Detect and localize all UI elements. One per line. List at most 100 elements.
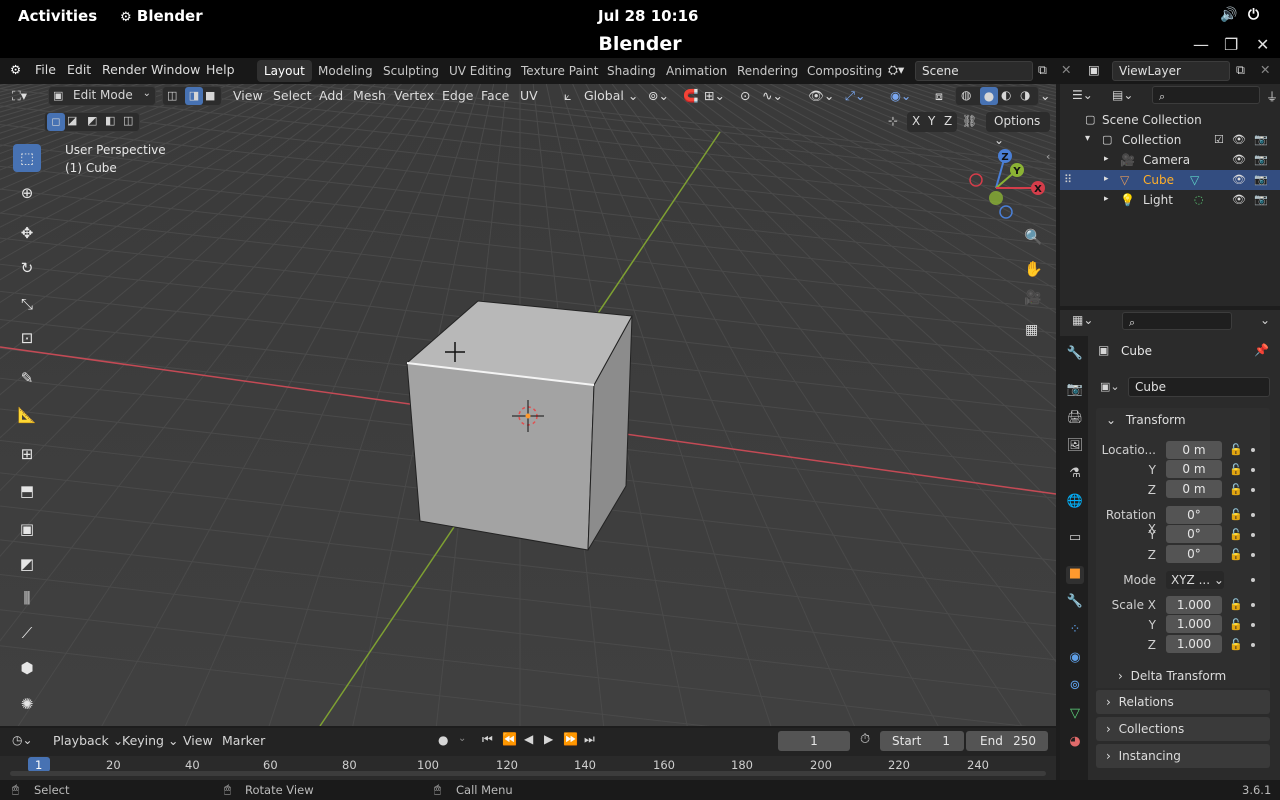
- instancing-header[interactable]: › Instancing: [1096, 744, 1270, 768]
- select-new-icon[interactable]: ◻: [47, 113, 65, 131]
- tool-tab-icon[interactable]: 🔧: [1066, 346, 1084, 364]
- eye-icon[interactable]: 👁: [1232, 153, 1246, 166]
- proportional-edit-icon[interactable]: ⊙: [740, 88, 750, 103]
- pan-hand-icon[interactable]: ✋: [1024, 260, 1043, 278]
- render-camera-icon[interactable]: 📷: [1254, 153, 1268, 166]
- expand-arrow-icon[interactable]: ▸: [1104, 154, 1109, 164]
- inset-tool-icon[interactable]: ▣: [13, 515, 41, 543]
- mode-dropdown[interactable]: ▣ Edit Mode ⌄: [48, 86, 156, 106]
- solid-shading-icon[interactable]: ●: [980, 87, 998, 105]
- camera-view-icon[interactable]: 🎥: [1024, 290, 1041, 306]
- blender-logo-icon[interactable]: ⚙: [10, 62, 21, 77]
- gizmo-toggle-icon[interactable]: ⤢⌄: [845, 88, 865, 104]
- properties-search-input[interactable]: ⌕: [1122, 312, 1232, 330]
- keyframe-dot[interactable]: [1251, 553, 1255, 557]
- keyframe-dot[interactable]: [1251, 603, 1255, 607]
- outliner-search-input[interactable]: ⌕: [1152, 86, 1260, 104]
- physics-tab-icon[interactable]: ◉: [1066, 650, 1084, 668]
- play-reverse-icon[interactable]: ◀: [524, 732, 533, 746]
- new-scene-icon[interactable]: ⧉: [1038, 62, 1047, 78]
- next-keyframe-icon[interactable]: ⏩: [563, 732, 578, 746]
- menu-uv[interactable]: UV: [520, 88, 538, 103]
- mirror-z-toggle[interactable]: Z: [944, 114, 952, 128]
- outliner-item-cube[interactable]: ⠿ ▸ ▽ Cube ▽ 👁 📷: [1060, 170, 1280, 190]
- outliner-editor-icon[interactable]: ☰⌄: [1072, 88, 1093, 102]
- knife-tool-icon[interactable]: ⟋: [13, 619, 41, 647]
- menu-edit[interactable]: Edit: [67, 62, 91, 77]
- filter-icon[interactable]: ⏚: [1266, 88, 1278, 105]
- perspective-toggle-icon[interactable]: ▦: [1025, 322, 1038, 338]
- mirror-icon[interactable]: ⊹: [888, 114, 898, 128]
- keyframe-dot[interactable]: [1251, 488, 1255, 492]
- zoom-icon[interactable]: 🔍: [1024, 228, 1043, 246]
- menu-edge[interactable]: Edge: [442, 88, 473, 103]
- eye-icon[interactable]: 👁: [1232, 193, 1246, 206]
- clock[interactable]: Jul 28 10:16: [598, 7, 698, 25]
- scale-y-field[interactable]: 1.000: [1166, 615, 1222, 633]
- remove-scene-icon[interactable]: ✕: [1061, 62, 1071, 77]
- checkbox-icon[interactable]: ☑: [1214, 133, 1224, 146]
- orientation-dropdown[interactable]: Global ⌄: [584, 88, 638, 103]
- world-tab-icon[interactable]: 🌐: [1066, 494, 1084, 512]
- menu-marker[interactable]: Marker: [222, 733, 265, 748]
- expand-arrow-icon[interactable]: ▸: [1104, 194, 1109, 204]
- location-x-field[interactable]: 0 m: [1166, 441, 1222, 459]
- new-view-layer-icon[interactable]: ⧉: [1236, 62, 1245, 78]
- scene-selector-icon[interactable]: ⛭▾: [888, 62, 904, 78]
- menu-file[interactable]: File: [35, 62, 56, 77]
- visibility-icon[interactable]: 👁⌄: [808, 88, 834, 104]
- shading-options-icon[interactable]: ⌄: [1040, 88, 1050, 103]
- tab-sculpting[interactable]: Sculpting: [376, 60, 446, 82]
- lock-icon[interactable]: 🔓: [1229, 483, 1243, 496]
- keyframe-dot[interactable]: [1251, 448, 1255, 452]
- stopwatch-icon[interactable]: ⏱: [860, 732, 870, 747]
- lock-icon[interactable]: 🔓: [1229, 598, 1243, 611]
- select-intersect-icon[interactable]: ◫: [123, 114, 133, 127]
- menu-help[interactable]: Help: [206, 62, 235, 77]
- rotation-y-field[interactable]: 0°: [1166, 525, 1222, 543]
- material-tab-icon[interactable]: ◕: [1066, 734, 1084, 752]
- timeline-editor-icon[interactable]: ◷⌄: [12, 733, 33, 747]
- lock-icon[interactable]: 🔓: [1229, 548, 1243, 561]
- 3d-viewport[interactable]: User Perspective (1) Cube Z Y X 🔍 ✋ 🎥 ▦ …: [0, 84, 1056, 726]
- close-icon[interactable]: ✕: [1256, 35, 1269, 54]
- maximize-icon[interactable]: ❐: [1224, 35, 1238, 54]
- add-cube-tool-icon[interactable]: ⊞: [13, 440, 41, 468]
- display-mode-icon[interactable]: ▤⌄: [1112, 88, 1133, 102]
- expand-arrow-icon[interactable]: ▸: [1104, 174, 1109, 184]
- rotation-mode-dropdown[interactable]: XYZ ... ⌄: [1166, 571, 1224, 589]
- scale-x-field[interactable]: 1.000: [1166, 596, 1222, 614]
- transform-orientation-icon[interactable]: ⟀: [564, 88, 572, 104]
- render-camera-icon[interactable]: 📷: [1254, 133, 1268, 146]
- keyframe-dot[interactable]: [1251, 513, 1255, 517]
- tab-rendering[interactable]: Rendering: [730, 60, 805, 82]
- menu-add[interactable]: Add: [319, 88, 343, 103]
- spin-tool-icon[interactable]: ✺: [13, 690, 41, 718]
- poly-build-tool-icon[interactable]: ⬢: [13, 654, 41, 682]
- scene-tab-icon[interactable]: ⚗: [1066, 466, 1084, 484]
- snap-icon[interactable]: 🧲: [683, 88, 699, 104]
- eye-icon[interactable]: 👁: [1232, 133, 1246, 146]
- keyframe-dot[interactable]: [1251, 533, 1255, 537]
- lock-icon[interactable]: 🔓: [1229, 528, 1243, 541]
- record-icon[interactable]: ●: [438, 733, 448, 747]
- particles-tab-icon[interactable]: ⁘: [1066, 622, 1084, 640]
- end-frame-field[interactable]: End 250: [966, 731, 1048, 751]
- remove-view-layer-icon[interactable]: ✕: [1260, 62, 1270, 77]
- object-type-icon[interactable]: ▣⌄: [1100, 380, 1120, 393]
- vertex-select-icon[interactable]: ◫: [167, 89, 177, 102]
- modifier-tab-icon[interactable]: 🔧: [1066, 594, 1084, 612]
- sidebar-toggle-icon[interactable]: ‹: [1046, 150, 1050, 163]
- cursor-tool-icon[interactable]: ⊕: [13, 179, 41, 207]
- outliner-item-camera[interactable]: ▸ 🎥 Camera 👁 📷: [1060, 150, 1280, 170]
- scene-field[interactable]: Scene: [915, 61, 1033, 81]
- volume-icon[interactable]: 🔊: [1220, 7, 1237, 23]
- current-frame-field[interactable]: 1: [778, 731, 850, 751]
- keyframe-dot[interactable]: [1251, 623, 1255, 627]
- object-name-field[interactable]: Cube: [1128, 377, 1270, 397]
- view-layer-tab-icon[interactable]: 🖼: [1066, 438, 1084, 456]
- mirror-x-toggle[interactable]: X: [912, 114, 920, 128]
- transform-header[interactable]: ⌄ Transform: [1096, 408, 1270, 432]
- pin-icon[interactable]: 📌: [1254, 343, 1269, 357]
- lock-icon[interactable]: 🔓: [1229, 508, 1243, 521]
